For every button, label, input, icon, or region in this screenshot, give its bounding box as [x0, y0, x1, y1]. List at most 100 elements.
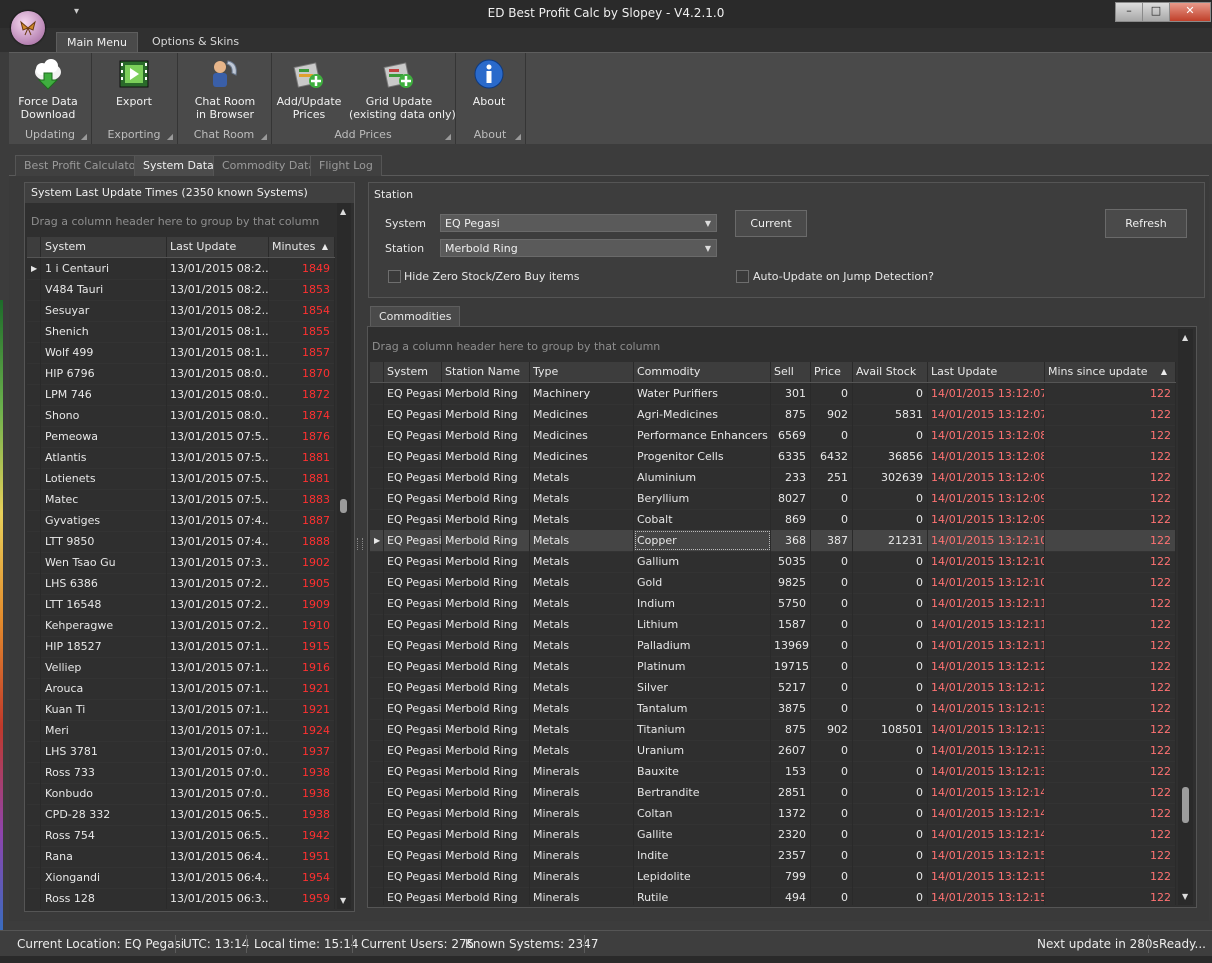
- ribbon-tab-options-skins[interactable]: Options & Skins: [142, 32, 249, 52]
- table-row[interactable]: Wolf 499 13/01/2015 08:1... 1857: [27, 342, 335, 364]
- splitter-grip[interactable]: [357, 538, 363, 550]
- close-button[interactable]: ✕: [1169, 2, 1211, 22]
- table-row[interactable]: LTT 16548 13/01/2015 07:2... 1909: [27, 594, 335, 616]
- chat-room-button[interactable]: Chat Room in Browser: [185, 57, 265, 121]
- table-row[interactable]: ▶ 1 i Centauri 13/01/2015 08:2... 1849: [27, 258, 335, 280]
- current-button[interactable]: Current: [735, 210, 807, 237]
- minimize-button[interactable]: –: [1115, 2, 1143, 22]
- table-row[interactable]: Lotienets 13/01/2015 07:5... 1881: [27, 468, 335, 490]
- scroll-up-arrow-icon[interactable]: ▲: [340, 207, 346, 216]
- system-dropdown[interactable]: EQ Pegasi ▼: [440, 214, 717, 232]
- column-header-type[interactable]: Type: [530, 362, 634, 382]
- table-row[interactable]: Wen Tsao Gu 13/01/2015 07:3... 1902: [27, 552, 335, 574]
- scroll-down-arrow-icon[interactable]: ▼: [1182, 892, 1188, 901]
- group-launcher-icon[interactable]: ◢: [515, 132, 521, 141]
- table-row[interactable]: EQ Pegasi Merbold Ring Minerals Lepidolite 7…: [370, 866, 1176, 888]
- column-header-last-update[interactable]: Last Update: [167, 237, 269, 257]
- tab-flight-log[interactable]: Flight Log: [310, 155, 382, 176]
- column-header-system[interactable]: System: [41, 237, 167, 257]
- quick-access-dropdown-icon[interactable]: ▾: [74, 6, 79, 17]
- table-row[interactable]: EQ Pegasi Merbold Ring Minerals Rutile 494 0 0…: [370, 887, 1176, 905]
- table-row[interactable]: EQ Pegasi Merbold Ring Minerals Indite 2357 0…: [370, 845, 1176, 867]
- table-row[interactable]: Shenich 13/01/2015 08:1... 1855: [27, 321, 335, 343]
- table-row[interactable]: Xiongandi 13/01/2015 06:4... 1954: [27, 867, 335, 889]
- table-row[interactable]: HIP 6796 13/01/2015 08:0... 1870: [27, 363, 335, 385]
- app-menu-orb-icon[interactable]: [11, 11, 45, 45]
- hide-zero-stock-checkbox[interactable]: [388, 270, 401, 283]
- table-row[interactable]: Konbudo 13/01/2015 07:0... 1938: [27, 783, 335, 805]
- force-data-download-button[interactable]: Force Data Download: [11, 57, 85, 121]
- table-row[interactable]: Arouca 13/01/2015 07:1... 1921: [27, 678, 335, 700]
- table-row[interactable]: EQ Pegasi Merbold Ring Metals Tantalum 3875 0…: [370, 698, 1176, 720]
- table-row[interactable]: EQ Pegasi Merbold Ring Metals Platinum 19715…: [370, 656, 1176, 678]
- table-row[interactable]: EQ Pegasi Merbold Ring Medicines Performanc…: [370, 425, 1176, 447]
- table-row[interactable]: EQ Pegasi Merbold Ring Minerals Coltan 1372 0…: [370, 803, 1176, 825]
- group-launcher-icon[interactable]: ◢: [81, 132, 87, 141]
- table-row[interactable]: Matec 13/01/2015 07:5... 1883: [27, 489, 335, 511]
- systems-scroll-thumb[interactable]: [340, 499, 347, 513]
- systems-scrollbar[interactable]: ▲ ▼: [337, 203, 351, 909]
- table-row[interactable]: Ross 754 13/01/2015 06:5... 1942: [27, 825, 335, 847]
- column-header-price[interactable]: Price: [811, 362, 853, 382]
- table-row[interactable]: EQ Pegasi Merbold Ring Minerals Gallite 2320…: [370, 824, 1176, 846]
- column-header-avail-stock[interactable]: Avail Stock: [853, 362, 928, 382]
- table-row[interactable]: LHS 6386 13/01/2015 07:2... 1905: [27, 573, 335, 595]
- about-button[interactable]: About: [457, 57, 521, 108]
- table-row[interactable]: EQ Pegasi Merbold Ring Minerals Bauxite 153 0…: [370, 761, 1176, 783]
- table-row[interactable]: Gyvatiges 13/01/2015 07:4... 1887: [27, 510, 335, 532]
- table-row[interactable]: V484 Tauri 13/01/2015 08:2... 1853: [27, 279, 335, 301]
- table-row[interactable]: LTT 9850 13/01/2015 07:4... 1888: [27, 531, 335, 553]
- table-row[interactable]: EQ Pegasi Merbold Ring Metals Cobalt 869 0 0 14…: [370, 509, 1176, 531]
- column-header-commodity[interactable]: Commodity: [634, 362, 771, 382]
- maximize-button[interactable]: □: [1142, 2, 1170, 22]
- grid-update-button[interactable]: Grid Update (existing data only): [349, 57, 456, 121]
- table-row[interactable]: EQ Pegasi Merbold Ring Metals Titanium 875 90…: [370, 719, 1176, 741]
- table-row[interactable]: EQ Pegasi Merbold Ring Metals Gold 9825 0 0 14/…: [370, 572, 1176, 594]
- export-button[interactable]: Export: [97, 57, 171, 108]
- commodities-scrollbar[interactable]: ▲ ▼: [1178, 329, 1193, 905]
- table-row[interactable]: EQ Pegasi Merbold Ring Metals Palladium 1396…: [370, 635, 1176, 657]
- table-row[interactable]: Pemeowa 13/01/2015 07:5... 1876: [27, 426, 335, 448]
- table-row[interactable]: EQ Pegasi Merbold Ring Metals Gallium 5035 0 0…: [370, 551, 1176, 573]
- table-row[interactable]: EQ Pegasi Merbold Ring Metals Indium 5750 0 0 1…: [370, 593, 1176, 615]
- table-row[interactable]: EQ Pegasi Merbold Ring Machinery Water Puri…: [370, 383, 1176, 405]
- table-row[interactable]: EQ Pegasi Merbold Ring Medicines Progenitor…: [370, 446, 1176, 468]
- tab-commodity-data[interactable]: Commodity Data: [213, 155, 325, 176]
- table-row[interactable]: Ross 733 13/01/2015 07:0... 1938: [27, 762, 335, 784]
- table-row[interactable]: EQ Pegasi Merbold Ring Minerals Bertrandite…: [370, 782, 1176, 804]
- table-row[interactable]: EQ Pegasi Merbold Ring Metals Uranium 2607 0 0…: [370, 740, 1176, 762]
- scroll-down-arrow-icon[interactable]: ▼: [340, 896, 346, 905]
- tab-commodities[interactable]: Commodities: [370, 306, 461, 327]
- table-row[interactable]: EQ Pegasi Merbold Ring Metals Beryllium 8027…: [370, 488, 1176, 510]
- table-row[interactable]: Sesuyar 13/01/2015 08:2... 1854: [27, 300, 335, 322]
- table-row[interactable]: Kuan Ti 13/01/2015 07:1... 1921: [27, 699, 335, 721]
- station-dropdown[interactable]: Merbold Ring ▼: [440, 239, 717, 257]
- group-launcher-icon[interactable]: ◢: [167, 132, 173, 141]
- refresh-button[interactable]: Refresh: [1105, 209, 1187, 238]
- table-row[interactable]: CPD-28 332 13/01/2015 06:5... 1938: [27, 804, 335, 826]
- add-update-prices-button[interactable]: Add/Update Prices: [275, 57, 343, 121]
- column-header-last-update[interactable]: Last Update: [928, 362, 1045, 382]
- table-row[interactable]: Atlantis 13/01/2015 07:5... 1881: [27, 447, 335, 469]
- group-launcher-icon[interactable]: ◢: [261, 132, 267, 141]
- column-header-sell[interactable]: Sell: [771, 362, 811, 382]
- ribbon-tab-main-menu[interactable]: Main Menu: [56, 32, 138, 53]
- table-row[interactable]: LPM 746 13/01/2015 08:0... 1872: [27, 384, 335, 406]
- table-row[interactable]: Kehperagwe 13/01/2015 07:2... 1910: [27, 615, 335, 637]
- column-header-mins-since-update[interactable]: Mins since update ▲: [1045, 362, 1176, 382]
- table-row[interactable]: Shono 13/01/2015 08:0... 1874: [27, 405, 335, 427]
- tab-system-data[interactable]: System Data: [134, 155, 223, 176]
- column-header-minutes[interactable]: Minutes ▲: [269, 237, 335, 257]
- table-row[interactable]: EQ Pegasi Merbold Ring Medicines Agri-Medic…: [370, 404, 1176, 426]
- table-row[interactable]: Ross 128 13/01/2015 06:3... 1959: [27, 888, 335, 909]
- table-row[interactable]: EQ Pegasi Merbold Ring Metals Aluminium 233 2…: [370, 467, 1176, 489]
- auto-update-checkbox[interactable]: [736, 270, 749, 283]
- table-row[interactable]: HIP 18527 13/01/2015 07:1... 1915: [27, 636, 335, 658]
- commodities-scroll-thumb[interactable]: [1182, 787, 1189, 823]
- group-launcher-icon[interactable]: ◢: [445, 132, 451, 141]
- table-row-selected[interactable]: ▶ EQ Pegasi Merbold Ring Metals Copper 368 387…: [370, 530, 1176, 552]
- table-row[interactable]: Velliep 13/01/2015 07:1... 1916: [27, 657, 335, 679]
- column-header-system[interactable]: System: [384, 362, 442, 382]
- scroll-up-arrow-icon[interactable]: ▲: [1182, 333, 1188, 342]
- table-row[interactable]: LHS 3781 13/01/2015 07:0... 1937: [27, 741, 335, 763]
